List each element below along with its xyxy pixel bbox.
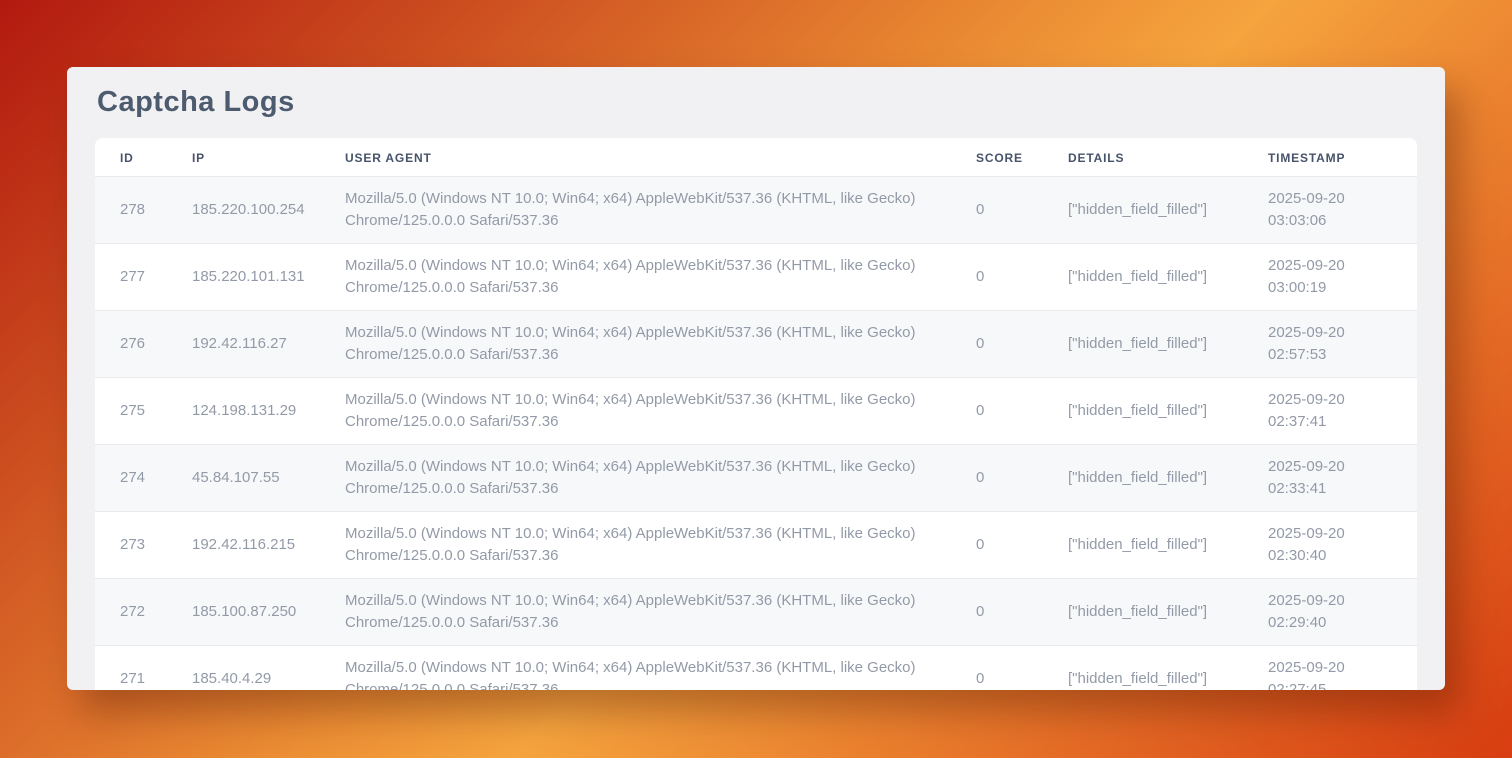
cell-score: 0 (966, 445, 1058, 512)
cell-user-agent: Mozilla/5.0 (Windows NT 10.0; Win64; x64… (335, 445, 966, 512)
col-header-timestamp: TIMESTAMP (1258, 138, 1417, 177)
cell-details: ["hidden_field_filled"] (1058, 311, 1258, 378)
col-header-details: DETAILS (1058, 138, 1258, 177)
cell-ip: 192.42.116.215 (182, 512, 335, 579)
cell-id: 277 (95, 244, 182, 311)
cell-details: ["hidden_field_filled"] (1058, 244, 1258, 311)
cell-score: 0 (966, 244, 1058, 311)
col-header-ip: IP (182, 138, 335, 177)
cell-score: 0 (966, 579, 1058, 646)
page-title: Captcha Logs (67, 67, 1445, 138)
cell-ip: 185.40.4.29 (182, 646, 335, 691)
cell-timestamp: 2025-09-20 03:00:19 (1258, 244, 1417, 311)
cell-score: 0 (966, 311, 1058, 378)
cell-id: 276 (95, 311, 182, 378)
table-row: 276 192.42.116.27 Mozilla/5.0 (Windows N… (95, 311, 1417, 378)
cell-timestamp: 2025-09-20 02:27:45 (1258, 646, 1417, 691)
cell-ip: 185.220.100.254 (182, 177, 335, 244)
cell-ip: 45.84.107.55 (182, 445, 335, 512)
cell-id: 273 (95, 512, 182, 579)
cell-score: 0 (966, 646, 1058, 691)
cell-score: 0 (966, 512, 1058, 579)
cell-ip: 192.42.116.27 (182, 311, 335, 378)
table-row: 272 185.100.87.250 Mozilla/5.0 (Windows … (95, 579, 1417, 646)
cell-user-agent: Mozilla/5.0 (Windows NT 10.0; Win64; x64… (335, 311, 966, 378)
table-row: 271 185.40.4.29 Mozilla/5.0 (Windows NT … (95, 646, 1417, 691)
cell-user-agent: Mozilla/5.0 (Windows NT 10.0; Win64; x64… (335, 512, 966, 579)
cell-user-agent: Mozilla/5.0 (Windows NT 10.0; Win64; x64… (335, 177, 966, 244)
cell-details: ["hidden_field_filled"] (1058, 378, 1258, 445)
cell-timestamp: 2025-09-20 02:33:41 (1258, 445, 1417, 512)
table-row: 274 45.84.107.55 Mozilla/5.0 (Windows NT… (95, 445, 1417, 512)
cell-user-agent: Mozilla/5.0 (Windows NT 10.0; Win64; x64… (335, 646, 966, 691)
cell-timestamp: 2025-09-20 02:57:53 (1258, 311, 1417, 378)
cell-details: ["hidden_field_filled"] (1058, 646, 1258, 691)
cell-id: 278 (95, 177, 182, 244)
cell-ip: 185.220.101.131 (182, 244, 335, 311)
cell-id: 275 (95, 378, 182, 445)
cell-timestamp: 2025-09-20 03:03:06 (1258, 177, 1417, 244)
cell-id: 274 (95, 445, 182, 512)
cell-timestamp: 2025-09-20 02:30:40 (1258, 512, 1417, 579)
table-row: 277 185.220.101.131 Mozilla/5.0 (Windows… (95, 244, 1417, 311)
cell-user-agent: Mozilla/5.0 (Windows NT 10.0; Win64; x64… (335, 244, 966, 311)
cell-score: 0 (966, 177, 1058, 244)
captcha-logs-card: Captcha Logs ID IP USER AGENT SCORE DETA… (67, 67, 1445, 690)
page-background: { "page": { "title": "Captcha Logs" }, "… (0, 0, 1512, 758)
cell-score: 0 (966, 378, 1058, 445)
cell-id: 271 (95, 646, 182, 691)
cell-details: ["hidden_field_filled"] (1058, 445, 1258, 512)
cell-ip: 185.100.87.250 (182, 579, 335, 646)
cell-timestamp: 2025-09-20 02:37:41 (1258, 378, 1417, 445)
cell-id: 272 (95, 579, 182, 646)
cell-user-agent: Mozilla/5.0 (Windows NT 10.0; Win64; x64… (335, 378, 966, 445)
col-header-user-agent: USER AGENT (335, 138, 966, 177)
col-header-score: SCORE (966, 138, 1058, 177)
cell-details: ["hidden_field_filled"] (1058, 177, 1258, 244)
cell-timestamp: 2025-09-20 02:29:40 (1258, 579, 1417, 646)
logs-table-body: 278 185.220.100.254 Mozilla/5.0 (Windows… (95, 177, 1417, 691)
cell-details: ["hidden_field_filled"] (1058, 579, 1258, 646)
logs-table: ID IP USER AGENT SCORE DETAILS TIMESTAMP… (95, 138, 1417, 690)
table-row: 275 124.198.131.29 Mozilla/5.0 (Windows … (95, 378, 1417, 445)
table-row: 278 185.220.100.254 Mozilla/5.0 (Windows… (95, 177, 1417, 244)
table-row: 273 192.42.116.215 Mozilla/5.0 (Windows … (95, 512, 1417, 579)
col-header-id: ID (95, 138, 182, 177)
cell-ip: 124.198.131.29 (182, 378, 335, 445)
cell-user-agent: Mozilla/5.0 (Windows NT 10.0; Win64; x64… (335, 579, 966, 646)
table-header-row: ID IP USER AGENT SCORE DETAILS TIMESTAMP (95, 138, 1417, 177)
cell-details: ["hidden_field_filled"] (1058, 512, 1258, 579)
